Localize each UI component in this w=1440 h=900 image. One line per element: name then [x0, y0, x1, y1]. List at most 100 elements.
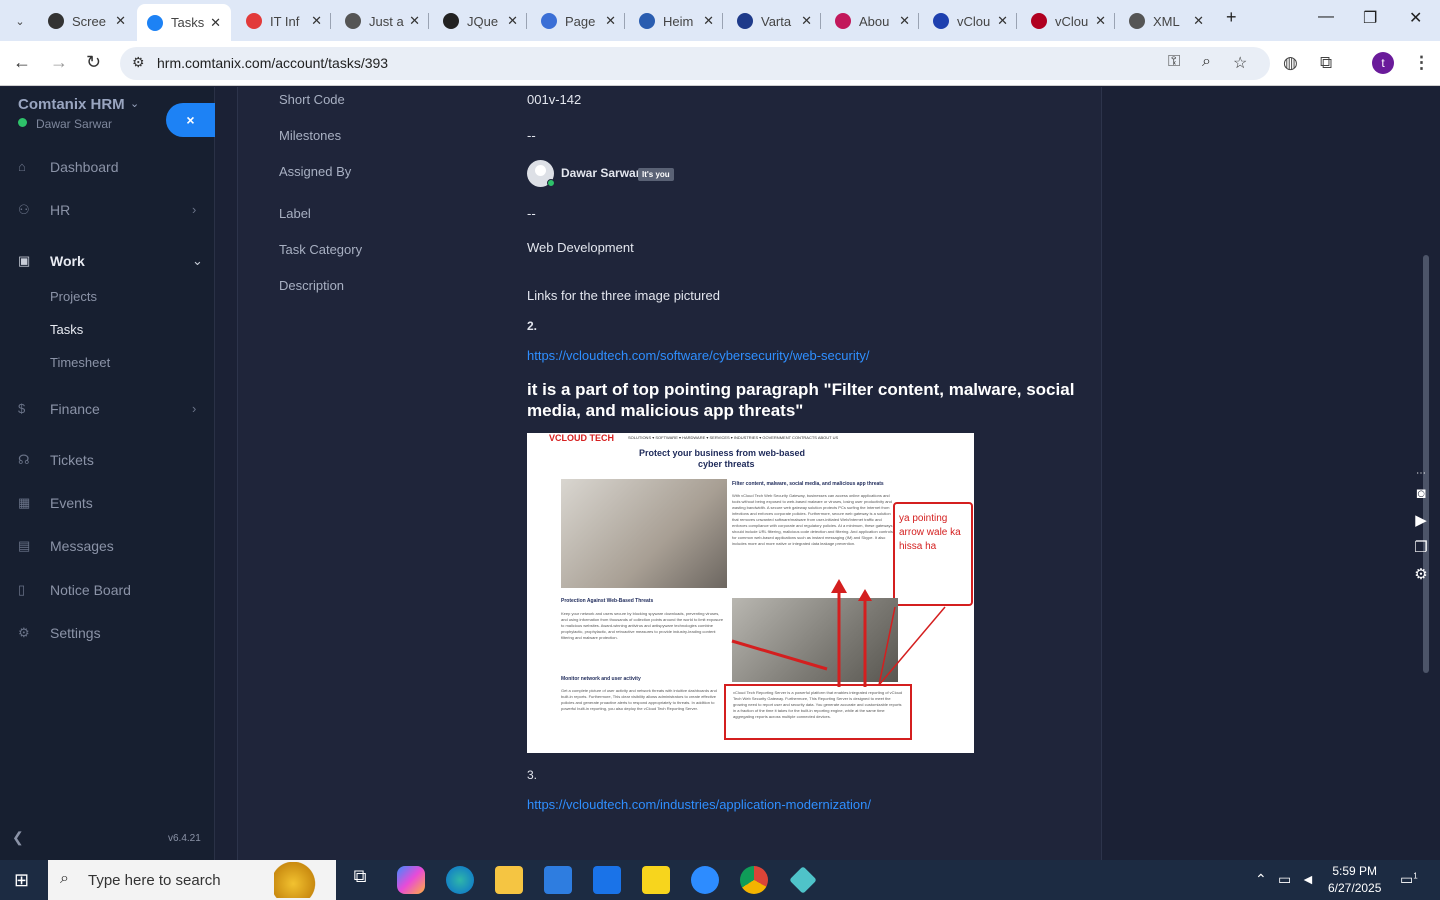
description-image[interactable]: VCLOUD TECH SOLUTIONS ▾ SOFTWARE ▾ HARDW…: [527, 433, 974, 753]
minimize-button[interactable]: —: [1318, 8, 1334, 26]
reload-icon[interactable]: ↻: [86, 52, 101, 73]
close-tab-icon[interactable]: ✕: [1095, 13, 1106, 29]
browser-tab-strip: ⌄ Scree ✕ Tasks ✕ IT Inf ✕ Just a ✕ JQue…: [0, 0, 1440, 41]
chevron-down-icon[interactable]: ⌄: [130, 97, 139, 110]
description-link[interactable]: https://vcloudtech.com/software/cybersec…: [527, 348, 869, 363]
address-bar[interactable]: ⚙ hrm.comtanix.com/account/tasks/393 ⚿ ⌕…: [120, 47, 1270, 80]
headset-icon: ☊: [18, 452, 30, 467]
browser-tab[interactable]: XML ✕: [1129, 8, 1204, 34]
tab-separator: [1114, 13, 1115, 29]
app-diamond-icon[interactable]: [789, 866, 817, 894]
browser-tab[interactable]: Abou ✕: [835, 8, 910, 34]
tab-separator: [526, 13, 527, 29]
tab-separator: [1016, 13, 1017, 29]
close-tab-icon[interactable]: ✕: [115, 13, 126, 29]
network-icon[interactable]: ▭: [1278, 871, 1291, 888]
sidebar-item-dashboard[interactable]: ⌂ Dashboard: [0, 157, 215, 181]
sidebar-item-notice-board[interactable]: ▯ Notice Board: [0, 580, 215, 604]
chrome-browser-icon[interactable]: [740, 866, 768, 894]
copilot-icon[interactable]: [397, 866, 425, 894]
sidebar-item-hr[interactable]: ⚇ HR ›: [0, 200, 215, 224]
windows-start-icon[interactable]: ⊞: [14, 870, 29, 891]
avatar[interactable]: [527, 160, 555, 187]
back-icon[interactable]: ←: [13, 52, 31, 73]
sidebar-item-messages[interactable]: ▤ Messages: [0, 536, 215, 560]
browser-tab[interactable]: Scree ✕: [48, 8, 126, 34]
gear-icon[interactable]: ⚙: [1411, 565, 1431, 585]
sticky-notes-icon[interactable]: [642, 866, 670, 894]
zoom-app-icon[interactable]: [691, 866, 719, 894]
sidebar-subitem-timesheet[interactable]: Timesheet: [50, 355, 110, 370]
tab-separator: [918, 13, 919, 29]
forward-icon[interactable]: →: [50, 52, 68, 73]
window-close-button[interactable]: ✕: [1409, 8, 1422, 28]
password-key-icon[interactable]: ⚿: [1168, 53, 1180, 71]
url-text[interactable]: hrm.comtanix.com/account/tasks/393: [157, 55, 388, 71]
camera-icon[interactable]: ◙: [1411, 485, 1431, 505]
close-tab-icon[interactable]: ✕: [507, 13, 518, 29]
sidebar-subitem-projects[interactable]: Projects: [50, 289, 97, 304]
volume-icon[interactable]: ◄: [1301, 871, 1315, 887]
file-explorer-icon[interactable]: [495, 866, 523, 894]
close-tab-icon[interactable]: ✕: [1193, 13, 1204, 29]
clock-date: 6/27/2025: [1328, 881, 1382, 895]
bookmark-star-icon[interactable]: ☆: [1233, 53, 1247, 73]
close-tab-icon[interactable]: ✕: [409, 13, 420, 29]
microsoft-store-icon[interactable]: [544, 866, 572, 894]
new-tab-button[interactable]: +: [1226, 7, 1237, 28]
close-tab-icon[interactable]: ✕: [801, 13, 812, 29]
sidebar-subitem-tasks[interactable]: Tasks: [50, 322, 83, 337]
description-item-number: 2.: [527, 319, 538, 333]
sidebar-item-tickets[interactable]: ☊ Tickets: [0, 450, 215, 474]
browser-tab[interactable]: JQue ✕: [443, 8, 518, 34]
close-tab-icon[interactable]: ✕: [311, 13, 322, 29]
arrowhead-icon: [858, 589, 872, 601]
browser-menu-icon[interactable]: ⋮: [1413, 53, 1430, 73]
its-you-badge: It's you: [638, 168, 674, 181]
sidebar-collapse-icon[interactable]: ❮: [12, 829, 24, 846]
close-tab-icon[interactable]: ✕: [899, 13, 910, 29]
browser-tab[interactable]: Page ✕: [541, 8, 616, 34]
browser-tab[interactable]: vClou ✕: [933, 8, 1008, 34]
description-heading: it is a part of top pointing paragraph "…: [527, 380, 1075, 420]
close-tab-icon[interactable]: ✕: [997, 13, 1008, 29]
close-tab-icon[interactable]: ✕: [210, 15, 221, 31]
assigned-by-name[interactable]: Dawar Sarwar: [561, 166, 640, 180]
browser-tab[interactable]: vClou ✕: [1031, 8, 1106, 34]
description-link[interactable]: https://vcloudtech.com/industries/applic…: [527, 797, 871, 812]
translate-globe-icon[interactable]: ◍: [1283, 53, 1298, 73]
window-copy-icon[interactable]: ❐: [1411, 538, 1431, 558]
taskbar-search-box[interactable]: ⌕ Type here to search: [48, 860, 336, 900]
sidebar-item-settings[interactable]: ⚙ Settings: [0, 623, 215, 647]
brand-name[interactable]: Comtanix HRM: [18, 96, 125, 113]
scrollbar-thumb[interactable]: [1423, 255, 1429, 673]
short-code-label: Short Code: [279, 92, 345, 107]
sidebar-close-button[interactable]: ×: [166, 103, 215, 137]
browser-tab[interactable]: Just a ✕: [345, 8, 420, 34]
mail-icon[interactable]: [593, 866, 621, 894]
chevron-up-icon[interactable]: ⌃: [1255, 871, 1267, 888]
close-tab-icon[interactable]: ✕: [703, 13, 714, 29]
sidebar-item-work[interactable]: ▣ Work ⌄: [0, 251, 215, 275]
task-view-icon[interactable]: ⧉: [346, 866, 374, 894]
browser-tab[interactable]: Heim ✕: [639, 8, 714, 34]
restore-button[interactable]: ❐: [1363, 8, 1377, 28]
sidebar-item-finance[interactable]: $ Finance ›: [0, 399, 215, 423]
notification-icon[interactable]: ▭1: [1400, 871, 1418, 888]
extensions-puzzle-icon[interactable]: ⧉: [1320, 53, 1332, 73]
edge-browser-icon[interactable]: [446, 866, 474, 894]
sidebar-item-events[interactable]: ▦ Events: [0, 493, 215, 517]
profile-avatar[interactable]: t: [1372, 52, 1394, 74]
video-camera-icon[interactable]: ▶: [1411, 511, 1431, 531]
online-status-icon: [547, 179, 555, 187]
browser-tab[interactable]: Varta ✕: [737, 8, 812, 34]
taskbar-clock[interactable]: 5:59 PM 6/27/2025: [1328, 863, 1381, 897]
close-tab-icon[interactable]: ✕: [605, 13, 616, 29]
tab-search-button[interactable]: ⌄: [8, 8, 32, 34]
site-info-icon[interactable]: ⚙: [132, 54, 145, 71]
chevron-down-icon: ⌄: [192, 253, 203, 268]
zoom-icon[interactable]: ⌕: [1202, 53, 1211, 71]
browser-tab[interactable]: IT Inf ✕: [246, 8, 322, 34]
briefcase-icon: ▣: [18, 253, 31, 268]
browser-tab-active[interactable]: Tasks ✕: [137, 4, 231, 41]
